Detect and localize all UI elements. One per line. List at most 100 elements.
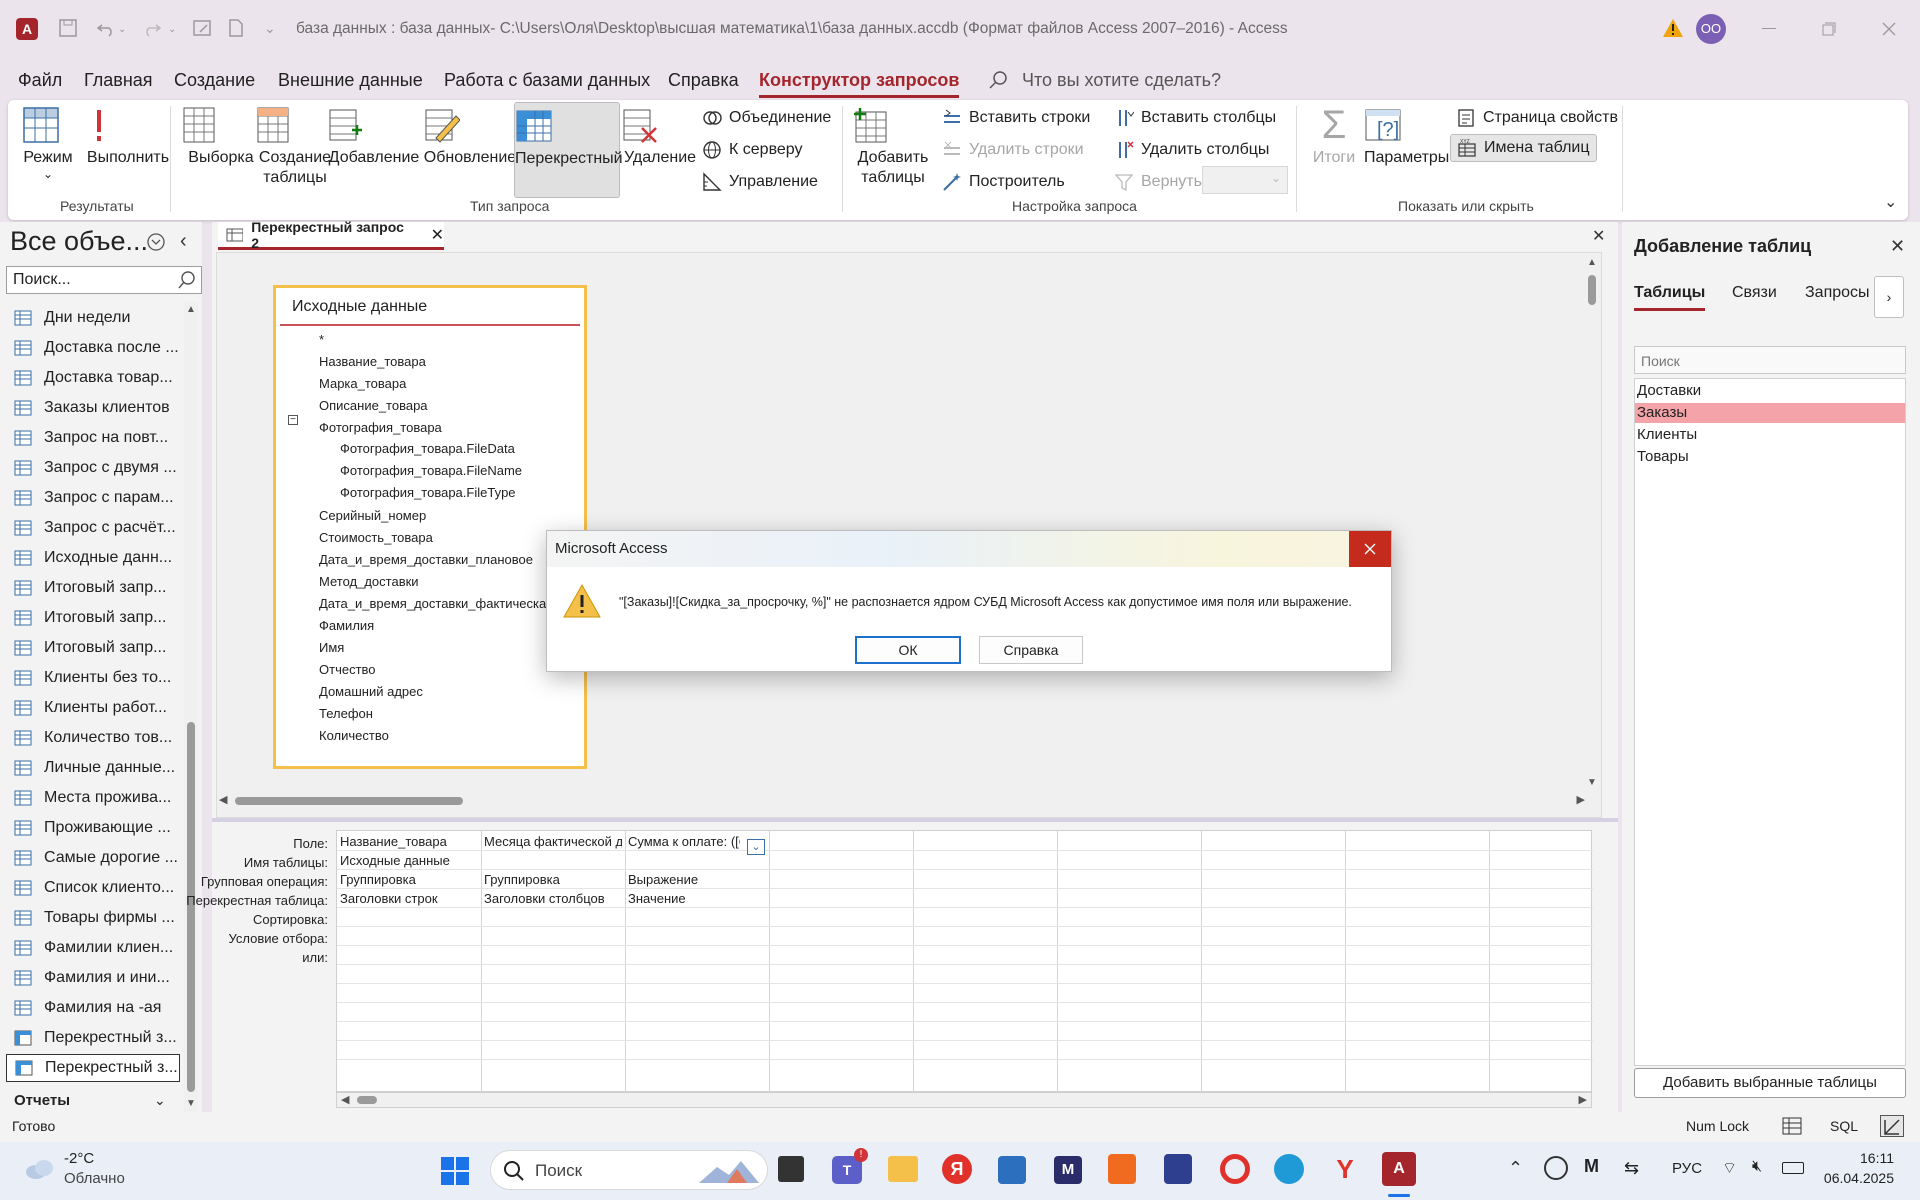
totals-button[interactable]: Σ Итоги	[1308, 105, 1360, 168]
tab-queries[interactable]: Запросы	[1805, 284, 1870, 302]
nav-item[interactable]: Места прожива...	[14, 784, 182, 812]
grid-cell[interactable]: Месяца фактической до	[484, 834, 622, 849]
wifi-icon[interactable]: ⌔	[1722, 1158, 1737, 1178]
scroll-down-icon[interactable]: ▼	[1587, 777, 1597, 788]
nav-item[interactable]: Перекрестный з...	[14, 1024, 182, 1052]
nav-item[interactable]: Фамилия на -ая	[14, 994, 182, 1022]
table-field[interactable]: Описание_товара	[319, 398, 428, 413]
app-star-icon[interactable]	[1108, 1154, 1136, 1184]
scroll-right-icon[interactable]: ▶	[1579, 1093, 1587, 1106]
nav-item[interactable]: Итоговый запр...	[14, 634, 182, 662]
design-view-icon[interactable]	[1880, 1115, 1904, 1137]
clock-date[interactable]: 06.04.2025	[1820, 1170, 1894, 1186]
field-dropdown-icon[interactable]: ⌄	[747, 839, 765, 855]
tab-crosstab-query[interactable]: Перекрестный запрос 2 ✕	[218, 219, 444, 251]
table-list-item[interactable]: Клиенты	[1635, 425, 1905, 445]
grid-cell[interactable]: Значение	[628, 891, 740, 906]
nav-item[interactable]: Запрос на повт...	[14, 424, 182, 452]
pass-through-button[interactable]: К серверу	[702, 140, 803, 160]
table-field[interactable]: Домашний адрес	[319, 684, 423, 699]
table-field[interactable]: Отчество	[319, 662, 376, 677]
nav-item[interactable]: Клиенты работ...	[14, 694, 182, 722]
grid-cell[interactable]: Исходные данные	[340, 853, 478, 868]
menu-help[interactable]: Справка	[668, 70, 739, 91]
table-field[interactable]: Дата_и_время_доставки_фактическая	[319, 596, 553, 611]
weather-desc[interactable]: Облачно	[64, 1170, 125, 1187]
menu-database-tools[interactable]: Работа с базами данных	[444, 70, 650, 91]
dialog-close-button[interactable]	[1349, 531, 1391, 567]
table-field[interactable]: Марка_товара	[319, 376, 406, 391]
table-field[interactable]: Фотография_товара.FileName	[340, 463, 522, 478]
property-sheet-button[interactable]: Страница свойств	[1456, 108, 1618, 128]
close-document-icon[interactable]: ✕	[1592, 226, 1605, 246]
tab-tables[interactable]: Таблицы	[1634, 284, 1706, 311]
input-language[interactable]: РУС	[1672, 1160, 1702, 1177]
scroll-left-icon[interactable]: ◀	[219, 793, 227, 806]
table-field[interactable]: Телефон	[319, 706, 373, 721]
table-list-item[interactable]: Заказы	[1635, 403, 1905, 423]
scroll-up-icon[interactable]: ▲	[1587, 257, 1597, 268]
redo-icon[interactable]	[142, 18, 162, 38]
nav-item[interactable]: Заказы клиентов	[14, 394, 182, 422]
menu-create[interactable]: Создание	[174, 70, 255, 91]
nav-item[interactable]: Товары фирмы ...	[14, 904, 182, 932]
table-pane-vscroll-thumb[interactable]	[1588, 275, 1596, 305]
tabs-scroll-right-icon[interactable]: ›	[1874, 276, 1904, 318]
grid-cell[interactable]: Заголовки столбцов	[484, 891, 622, 906]
grid-cell[interactable]: Заголовки строк	[340, 891, 478, 906]
nav-item[interactable]: Доставка товар...	[14, 364, 182, 392]
nav-item[interactable]: Исходные данн...	[14, 544, 182, 572]
nav-item[interactable]: Перекрестный з...	[6, 1054, 180, 1082]
tables-search-input[interactable]: Поиск	[1634, 346, 1906, 374]
nav-item[interactable]: Личные данные...	[14, 754, 182, 782]
yandex-browser-icon[interactable]: Y	[1330, 1154, 1360, 1184]
table-field[interactable]: Стоимость_товара	[319, 530, 433, 545]
app-shield-icon[interactable]	[1164, 1154, 1192, 1184]
pane-splitter[interactable]	[212, 818, 1618, 822]
nav-menu-icon[interactable]	[146, 232, 166, 252]
task-view-icon[interactable]	[778, 1156, 804, 1182]
grid-cell[interactable]: Сумма к оплате: ([C	[628, 834, 740, 849]
redo-dropdown-icon[interactable]: ⌄	[168, 24, 176, 35]
nav-section-reports[interactable]: Отчеты	[14, 1092, 70, 1109]
nav-item[interactable]: Запрос с парам...	[14, 484, 182, 512]
scroll-left-icon[interactable]: ◀	[341, 1093, 349, 1106]
table-field[interactable]: Фотография_товара.FileData	[340, 441, 515, 456]
data-definition-button[interactable]: Управление	[702, 172, 818, 192]
make-table-button[interactable]: Создание таблицы	[254, 106, 336, 188]
settings-tray-icon[interactable]: ⇆	[1624, 1158, 1639, 1179]
menu-query-design[interactable]: Конструктор запросов	[759, 70, 960, 98]
builder-button[interactable]: Построитель	[942, 172, 1065, 192]
close-window-icon[interactable]	[1882, 22, 1896, 36]
opera-icon[interactable]	[1220, 1154, 1250, 1184]
scroll-up-icon[interactable]: ▲	[186, 304, 196, 315]
nav-item[interactable]: Дни недели	[14, 304, 182, 332]
collapse-field-icon[interactable]: −	[288, 415, 298, 425]
minimize-icon[interactable]	[1762, 28, 1776, 29]
file-explorer-icon[interactable]	[888, 1156, 918, 1182]
edge-icon[interactable]	[1274, 1154, 1304, 1184]
weather-temp[interactable]: -2°C	[64, 1150, 94, 1167]
table-names-button[interactable]: XYZ Имена таблиц	[1450, 134, 1597, 162]
nav-item[interactable]: Доставка после ...	[14, 334, 182, 362]
search-icon[interactable]	[988, 70, 1008, 90]
sync-icon[interactable]	[1544, 1156, 1568, 1180]
app-tray-icon[interactable]: M	[1584, 1156, 1608, 1180]
close-pane-icon[interactable]: ✕	[1890, 236, 1905, 257]
windows-start-icon[interactable]	[440, 1156, 470, 1186]
nav-item[interactable]: Список клиенто...	[14, 874, 182, 902]
tray-chevron-up-icon[interactable]: ⌃	[1508, 1158, 1523, 1179]
insert-columns-button[interactable]: Вставить столбцы	[1114, 108, 1276, 128]
table-field[interactable]: Фамилия	[319, 618, 374, 633]
menu-file[interactable]: Файл	[18, 70, 62, 91]
tab-relations[interactable]: Связи	[1732, 284, 1777, 302]
grid-cell[interactable]: Название_товара	[340, 834, 478, 849]
append-button[interactable]: Добавление	[326, 106, 422, 168]
nav-item[interactable]: Самые дорогие ...	[14, 844, 182, 872]
table-field[interactable]: Имя	[319, 640, 344, 655]
nav-item[interactable]: Запрос с двумя ...	[14, 454, 182, 482]
nav-scrollbar[interactable]: ▲ ▼	[184, 302, 198, 1114]
source-table-box[interactable]: Исходные данные − * Название_товара Марка_…	[273, 285, 587, 769]
undo-icon[interactable]	[96, 18, 116, 38]
scroll-right-icon[interactable]: ▶	[1577, 793, 1585, 806]
